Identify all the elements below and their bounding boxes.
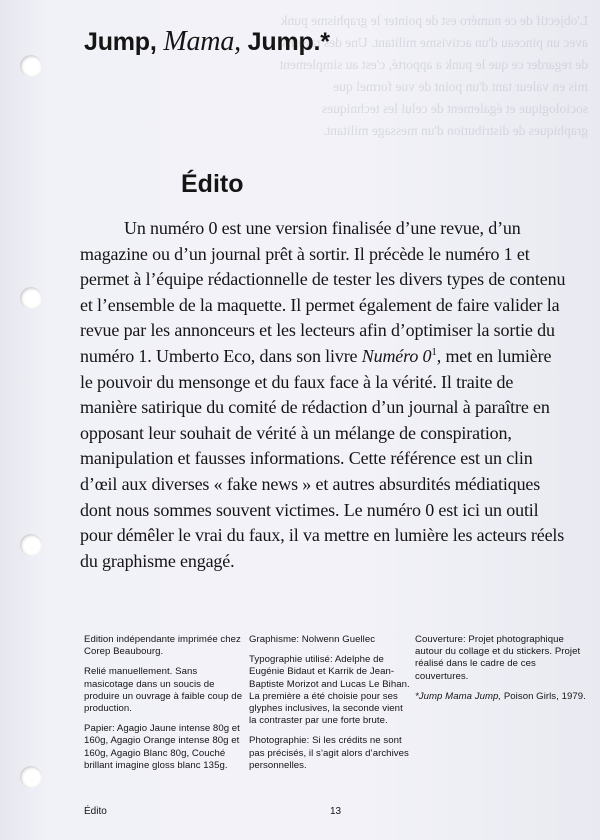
colophon-entry: Couverture: Projet photographique autour… [415, 634, 581, 682]
article-text-start: Un numéro 0 est une version finalisée d’… [80, 218, 566, 366]
title-italic: Mama, [163, 26, 241, 57]
colophon-entry: Edition indépendante imprimée chez Corep… [84, 634, 241, 658]
book-title: Numéro 0 [361, 345, 432, 366]
title-footnote: *Jump Mama Jump, Poison Girls, 1979. [415, 691, 587, 703]
colophon-entry: Typographie utilisé: Adelphe de Eugénie … [249, 654, 410, 727]
footnote-song-title: *Jump Mama Jump, [415, 690, 502, 702]
colophon-column-1: Edition indépendante imprimée chez Corep… [84, 634, 246, 780]
footnote-song-credit: Poison Girls, 1979. [503, 690, 586, 702]
binder-hole [20, 766, 42, 788]
colophon-entry: Papier: Agagio Jaune intense 80g et 160g… [84, 723, 240, 771]
footer-section-name: Édito [84, 806, 107, 817]
article-text-end: , met en lumière le pouvoir du mensonge … [80, 345, 565, 571]
title-part-1: Jump, [84, 28, 157, 56]
colophon-entry: Graphisme: Nolwenn Guellec [249, 634, 376, 645]
colophon-entry: Photographie: Si les crédits ne sont pas… [249, 735, 409, 771]
binder-hole [20, 55, 42, 77]
binder-hole [20, 534, 42, 556]
binder-hole [20, 287, 42, 309]
colophon-column-2: Graphisme: Nolwenn Guellec Typographie u… [249, 634, 411, 780]
page-number: 13 [330, 806, 342, 817]
colophon-entry: Relié manuellement. Sans masicotage dans… [84, 666, 243, 715]
title-part-2: Jump.* [247, 28, 330, 56]
colophon-column-3: Couverture: Projet photographique autour… [415, 634, 587, 711]
article-paragraph: Un numéro 0 est une version finalisée d’… [80, 216, 566, 574]
section-heading: Édito [181, 170, 244, 198]
page-title: Jump, Mama, Jump.* [84, 26, 330, 58]
